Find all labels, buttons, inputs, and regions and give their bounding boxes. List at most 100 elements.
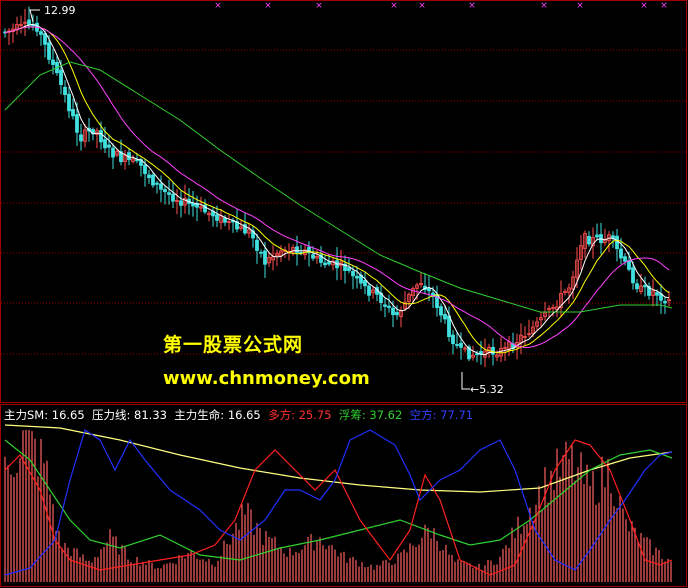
candle-body [323,262,327,266]
candle-body [311,254,315,259]
candle-body [263,250,267,265]
candle-body [111,147,115,158]
watermark-url: www.chnmoney.com [163,368,370,389]
top-marker: × [576,1,584,11]
candle-body [655,292,659,296]
candle-body [459,342,463,348]
candle-body [99,130,103,143]
legend-bull-label: 多方 [268,408,292,422]
high-pointer [29,9,40,23]
top-marker: × [264,1,272,11]
top-marker: × [214,1,222,11]
candle-body [447,315,451,338]
candle-body [191,203,195,207]
legend-pressure-value: 81.33 [134,408,167,422]
legend-pressure-label: 压力线 [92,408,127,422]
low-price-label: ←5.32 [470,383,504,396]
price-panel-frame [0,0,687,403]
candle-body [615,235,619,250]
candle-body [351,271,355,277]
candle-body [631,267,635,284]
candle-body [151,174,155,186]
top-marker: × [660,1,668,11]
candle-body [355,275,359,279]
candle-body [619,248,623,259]
candle-body [427,288,431,292]
legend-life-value: 16.65 [227,408,261,422]
legend-sm-value: 16.65 [51,408,85,422]
legend-life-label: 主力生命 [174,408,221,422]
candle-body [327,261,331,265]
candlesticks [3,6,671,368]
candle-body [455,344,459,346]
candle-body [103,139,107,149]
candle-body [295,246,299,253]
candle-body [451,334,455,345]
candle-body [47,42,51,60]
top-marker: × [468,1,476,11]
candle-body [215,214,219,221]
candle-body [255,239,259,251]
candle-body [643,285,647,288]
top-marker: × [418,1,426,11]
top-marker: × [540,1,548,11]
high-price-label: 12.99 [44,4,76,17]
ma5-line [4,23,670,356]
candle-body [491,346,495,355]
candle-body [635,283,639,290]
candle-body [363,280,367,287]
candle-body [163,189,167,193]
candle-body [623,256,627,262]
candle-body [59,69,63,86]
legend-bear-label: 空方 [409,408,433,422]
candle-body [75,114,79,133]
candle-body [179,200,183,206]
stock-chart[interactable]: × × × × × × × × × × 12.99 ←5.32 [0,0,688,588]
legend-bull-value: 25.75 [298,408,332,422]
candle-body [595,234,599,238]
ma10-line [4,26,670,354]
candle-body [159,183,163,190]
candle-body [367,285,371,296]
candle-body [43,33,47,45]
candle-body [107,144,111,148]
indicator-bars [4,430,672,582]
legend-bear-value: 77.71 [440,408,474,422]
top-marker: × [640,1,648,11]
candle-body [587,235,591,245]
top-marker: × [315,1,323,11]
candle-body [171,193,175,202]
candle-body [51,59,55,65]
legend-float-label: 浮筹 [338,408,362,422]
candle-body [67,93,71,112]
ma60-line [4,61,673,313]
candle-body [147,174,151,179]
candle-body [135,159,139,162]
legend-float-value: 37.62 [369,408,403,422]
low-pointer [461,372,470,390]
candle-body [39,31,43,35]
candle-body [391,307,395,316]
candle-body [143,164,147,175]
indicator-legend: 主力SM: 16.65 压力线: 81.33 主力生命: 16.65 多方: 2… [4,408,474,422]
candle-body [347,267,351,272]
moving-average-lines [4,23,673,356]
watermark-title: 第一股票公式网 [163,334,304,356]
candle-body [383,304,387,307]
candle-body [63,86,67,95]
candle-body [663,300,667,304]
candle-body [439,306,443,316]
candle-body [627,260,631,270]
candle-body [475,353,479,356]
candle-body [79,134,83,142]
legend-sm-label: 主力SM [4,408,45,422]
candle-body [259,251,263,254]
candle-body [71,109,75,117]
candle-body [167,192,171,195]
candle-body [223,217,227,223]
candle-body [395,311,399,316]
candle-body [155,182,159,185]
top-marker: × [390,1,398,11]
candle-body [443,314,447,320]
candle-body [387,305,391,308]
